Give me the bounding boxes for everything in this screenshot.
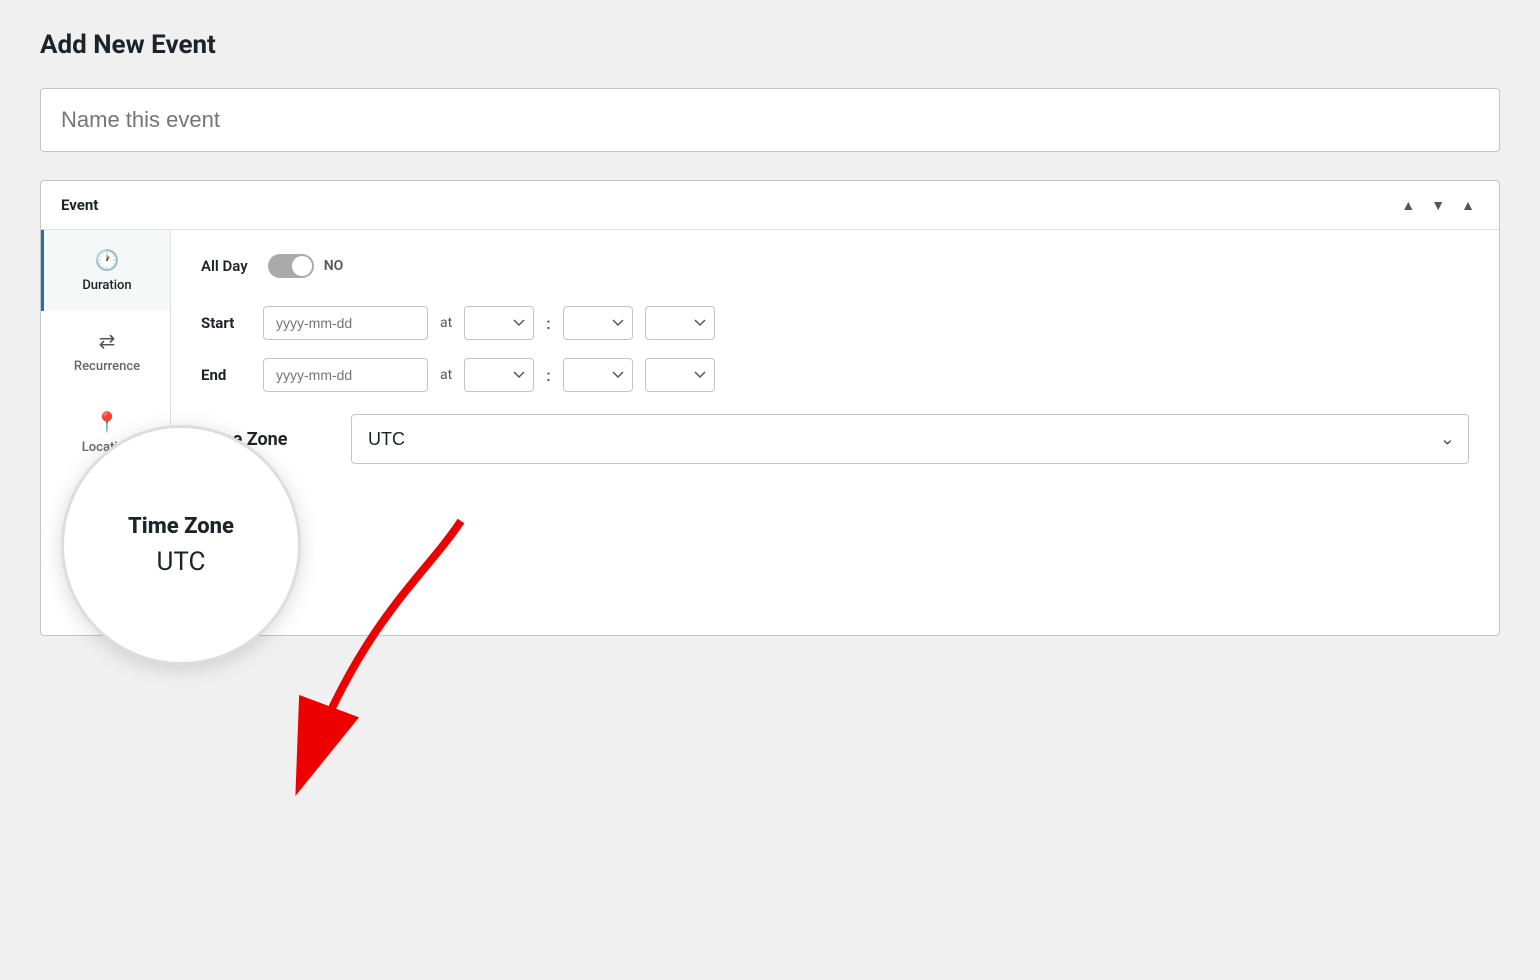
all-day-toggle[interactable] [268, 254, 314, 278]
start-minute-select[interactable] [563, 306, 633, 340]
recurrence-icon: ⇄ [99, 329, 116, 353]
panel-title: Event [61, 196, 98, 214]
panel-header: Event ▲ ▼ ▲ [41, 181, 1499, 230]
event-name-input[interactable] [61, 107, 1479, 133]
end-at-text: at [440, 367, 452, 383]
main-content: All Day NO Start at : [171, 230, 1499, 635]
page-title: Add New Event [40, 30, 1500, 60]
start-date-row: Start at : [201, 306, 1469, 340]
sidebar-tab-recurrence[interactable]: ⇄ Recurrence [41, 311, 170, 392]
start-date-input[interactable] [263, 306, 428, 340]
toggle-wrapper: NO [268, 254, 344, 278]
start-colon: : [546, 314, 550, 333]
toggle-state-label: NO [324, 258, 344, 274]
end-hour-select[interactable] [464, 358, 534, 392]
panel-down-button[interactable]: ▼ [1427, 195, 1449, 215]
magnifier-utc-value: UTC [128, 547, 234, 577]
panel-controls: ▲ ▼ ▲ [1397, 195, 1479, 215]
end-minute-select[interactable] [563, 358, 633, 392]
sidebar-tab-duration[interactable]: 🕐 Duration [41, 230, 170, 311]
all-day-label: All Day [201, 257, 248, 275]
clock-icon: 🕐 [95, 248, 120, 272]
start-at-text: at [440, 315, 452, 331]
magnifier-content: Time Zone UTC [108, 494, 254, 597]
end-label: End [201, 366, 251, 384]
event-panel: Event ▲ ▼ ▲ 🕐 Duration ⇄ Recurrence 📍 Lo… [40, 180, 1500, 636]
timezone-select-wrapper: UTC ⌄ [351, 414, 1469, 464]
magnifier-circle: Time Zone UTC [61, 425, 301, 665]
all-day-row: All Day NO [201, 254, 1469, 278]
panel-collapse-button[interactable]: ▲ [1457, 195, 1479, 215]
start-label: Start [201, 314, 251, 332]
sidebar-tab-recurrence-label: Recurrence [74, 359, 140, 374]
event-name-wrapper [40, 88, 1500, 152]
timezone-select[interactable]: UTC [351, 414, 1469, 464]
sidebar-tab-duration-label: Duration [82, 278, 131, 293]
end-colon: : [546, 366, 550, 385]
location-icon: 📍 [95, 410, 120, 434]
magnifier-timezone-label: Time Zone [128, 514, 234, 539]
end-date-input[interactable] [263, 358, 428, 392]
panel-up-button[interactable]: ▲ [1397, 195, 1419, 215]
timezone-row: Time Zone UTC ⌄ [201, 414, 1469, 464]
end-ampm-select[interactable] [645, 358, 715, 392]
start-hour-select[interactable] [464, 306, 534, 340]
end-date-row: End at : [201, 358, 1469, 392]
start-ampm-select[interactable] [645, 306, 715, 340]
